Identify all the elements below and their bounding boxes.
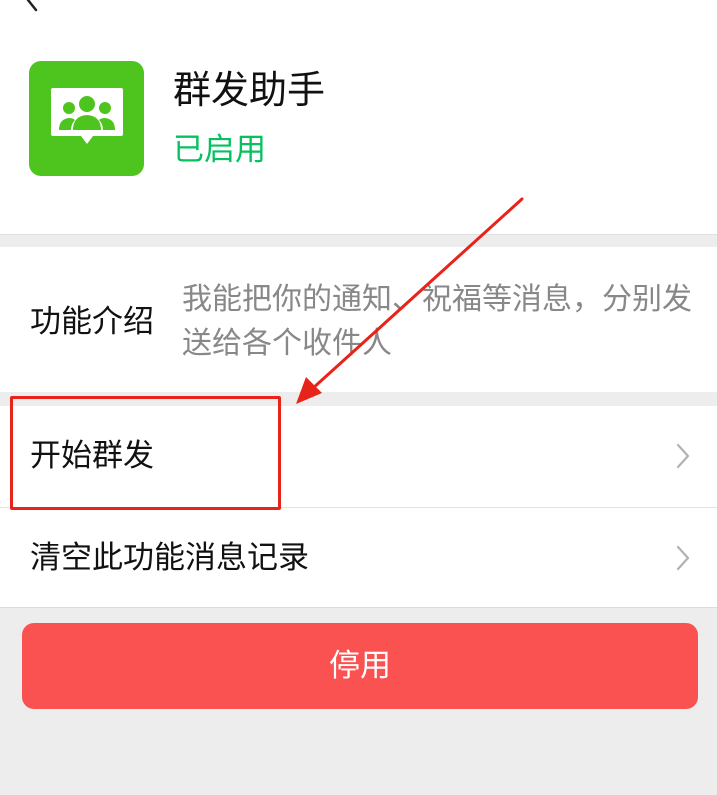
app-icon (29, 61, 144, 176)
group-people-icon (50, 87, 123, 144)
chevron-right-icon (676, 545, 690, 571)
disable-button[interactable]: 停用 (22, 623, 698, 709)
chevron-right-icon (676, 443, 690, 469)
app-name: 群发助手 (173, 68, 326, 112)
intro-label: 功能介绍 (30, 304, 154, 340)
start-mass-send-row[interactable]: 开始群发 (0, 406, 717, 506)
intro-text: 我能把你的通知、祝福等消息，分别发送给各个收件人 (182, 282, 692, 361)
back-arrow-icon[interactable] (20, 0, 44, 12)
app-header-section: 群发助手 已启用 (0, 0, 717, 235)
start-mass-send-label: 开始群发 (30, 438, 154, 474)
app-status: 已启用 (173, 132, 266, 168)
clear-history-row[interactable]: 清空此功能消息记录 (0, 508, 717, 608)
clear-history-label: 清空此功能消息记录 (30, 540, 309, 576)
